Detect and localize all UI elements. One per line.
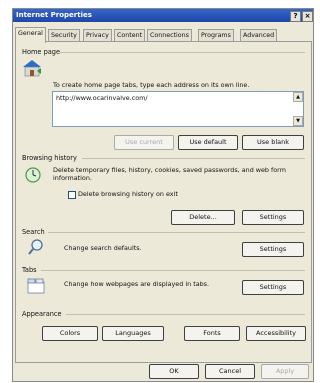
apply-button[interactable]: Apply xyxy=(261,364,309,379)
delete-on-exit-checkbox[interactable] xyxy=(68,191,76,199)
colors-button[interactable]: Colors xyxy=(42,326,98,341)
tabs-heading: Tabs xyxy=(22,266,37,274)
tabs-settings-button[interactable]: Settings xyxy=(242,280,304,295)
history-icon xyxy=(25,167,41,183)
general-tab-panel: Home page To create home page tabs, type… xyxy=(15,41,312,363)
languages-button[interactable]: Languages xyxy=(102,326,164,341)
tab-general[interactable]: General xyxy=(15,27,46,43)
home-page-heading: Home page xyxy=(22,48,61,56)
tabs-icon xyxy=(27,278,45,294)
home-page-url-field[interactable]: http://www.ocarinvalve.com/ ▲ ▼ xyxy=(52,91,304,127)
tabs-description: Change how webpages are displayed in tab… xyxy=(64,280,210,288)
browsing-history-description: Delete temporary files, history, cookies… xyxy=(53,166,286,182)
fonts-button[interactable]: Fonts xyxy=(184,326,240,341)
tab-strip: General Security Privacy Content Connect… xyxy=(15,27,313,43)
section-divider xyxy=(82,158,305,159)
use-current-button[interactable]: Use current xyxy=(114,135,174,150)
section-divider xyxy=(66,314,305,315)
house-icon xyxy=(23,60,41,77)
use-blank-button[interactable]: Use blank xyxy=(242,135,304,150)
history-settings-button[interactable]: Settings xyxy=(242,210,304,225)
ok-button[interactable]: OK xyxy=(149,364,199,379)
browsing-history-heading: Browsing history xyxy=(22,154,77,162)
accessibility-button[interactable]: Accessibility xyxy=(246,326,306,341)
delete-history-button[interactable]: Delete... xyxy=(171,210,235,225)
title-bar: Internet Properties ? × xyxy=(13,9,313,22)
delete-on-exit-label: Delete browsing history on exit xyxy=(78,190,178,198)
cancel-button[interactable]: Cancel xyxy=(205,364,255,379)
home-page-description: To create home page tabs, type each addr… xyxy=(53,81,250,89)
help-button[interactable]: ? xyxy=(290,11,301,22)
search-heading: Search xyxy=(22,228,45,236)
appearance-heading: Appearance xyxy=(22,310,62,318)
close-button[interactable]: × xyxy=(302,11,313,22)
search-description: Change search defaults. xyxy=(64,244,142,252)
scroll-down-arrow[interactable]: ▼ xyxy=(293,116,303,126)
scroll-up-arrow[interactable]: ▲ xyxy=(293,92,303,102)
search-settings-button[interactable]: Settings xyxy=(242,242,304,257)
use-default-button[interactable]: Use default xyxy=(178,135,238,150)
home-page-url: http://www.ocarinvalve.com/ xyxy=(56,94,148,102)
section-divider xyxy=(41,270,305,271)
section-divider xyxy=(48,232,305,233)
window-title: Internet Properties xyxy=(16,11,92,19)
section-divider xyxy=(60,52,305,53)
internet-properties-dialog: Internet Properties ? × General Security… xyxy=(12,8,314,382)
magnifier-icon xyxy=(28,239,43,255)
